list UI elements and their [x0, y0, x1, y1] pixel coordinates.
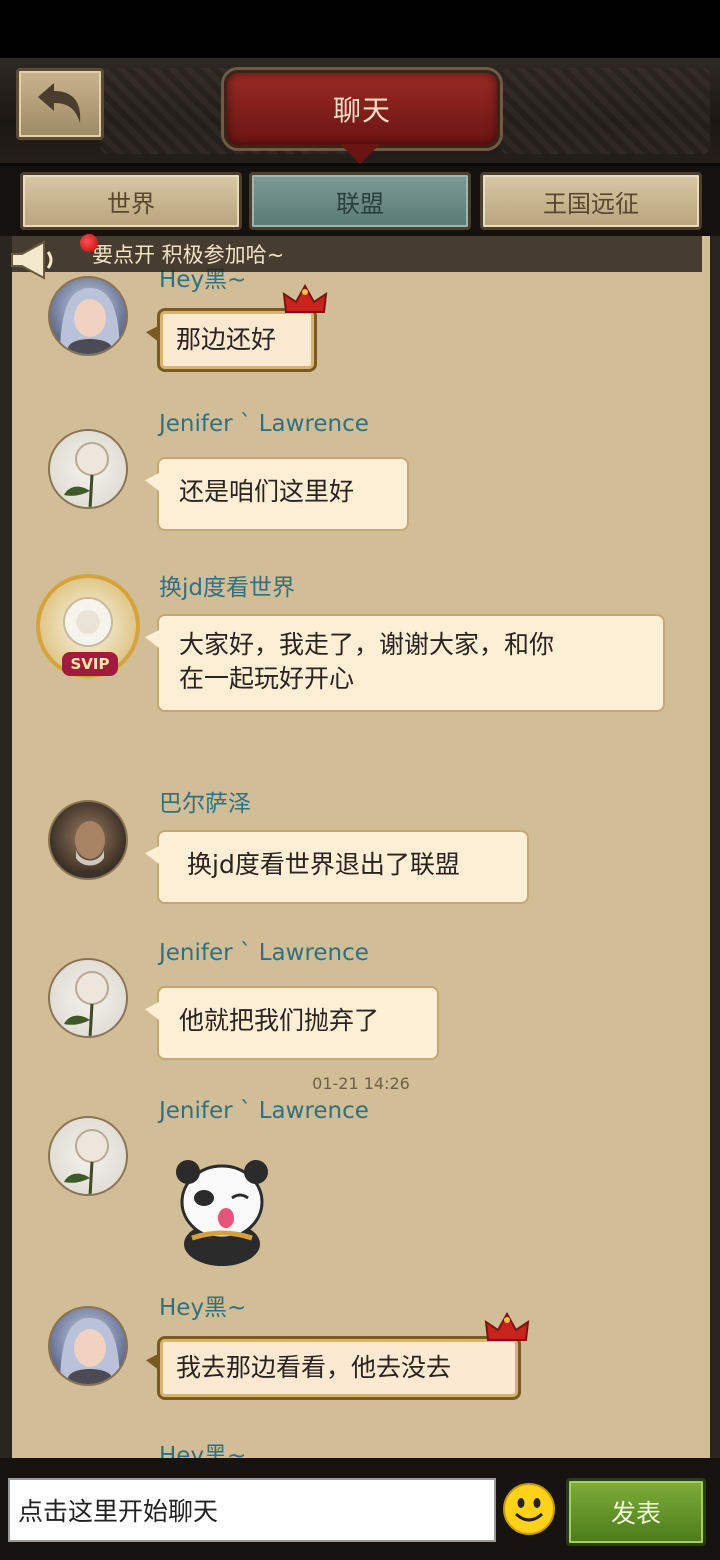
avatar[interactable]: [48, 429, 128, 509]
header: 聊天: [0, 58, 720, 166]
avatar[interactable]: [48, 1306, 128, 1386]
message-text: 那边还好: [176, 325, 277, 354]
title-plate: 聊天: [224, 70, 500, 148]
announcement-text: 要点开 积极参加哈~: [92, 243, 285, 267]
crown-icon: [484, 1312, 530, 1341]
avatar[interactable]: [48, 800, 128, 880]
girl-avatar-icon: [60, 1318, 120, 1384]
message-bubble[interactable]: 我去那边看看，他去没去: [157, 1336, 521, 1400]
tab-label: 王国远征: [543, 189, 639, 218]
title-plate-tip: [340, 144, 380, 164]
sender-name[interactable]: Hey黑~: [159, 1288, 246, 1322]
chat-input-placeholder: 点击这里开始聊天: [18, 1497, 219, 1526]
message-text: 还是咱们这里好: [179, 477, 355, 506]
status-bar: [0, 0, 720, 58]
back-button[interactable]: [16, 68, 104, 140]
sender-name[interactable]: Jenifer ` Lawrence: [159, 411, 369, 437]
girl-avatar-icon: [60, 288, 120, 354]
message-bubble[interactable]: 还是咱们这里好: [157, 457, 409, 531]
header-ornament: [500, 68, 710, 154]
send-button-label: 发表: [610, 1499, 661, 1528]
message-text: 换jd度看世界退出了联盟: [187, 850, 460, 879]
tab-kingdom-expedition[interactable]: 王国远征: [480, 172, 702, 230]
chat-input[interactable]: 点击这里开始聊天: [8, 1478, 496, 1542]
rose-avatar-icon: [64, 971, 109, 1036]
back-arrow-icon: [38, 83, 81, 123]
megaphone-icon[interactable]: [8, 238, 58, 282]
tab-label: 联盟: [336, 189, 384, 218]
message-text: 他就把我们抛弃了: [179, 1006, 380, 1035]
message-bubble[interactable]: 他就把我们抛弃了: [157, 986, 439, 1060]
message-timestamp: 01-21 14:26: [312, 1074, 410, 1093]
svip-badge: SVIP: [62, 652, 118, 676]
chat-message-list[interactable]: Hey黑~ 那边还好 Jenifer ` Lawrence 还是咱们这里好 换j…: [12, 236, 710, 1458]
emoji-icon[interactable]: [502, 1482, 556, 1536]
avatar[interactable]: [48, 276, 128, 356]
page-title: 聊天: [332, 94, 391, 127]
tab-world[interactable]: 世界: [20, 172, 242, 230]
warrior-avatar-icon: [66, 821, 114, 878]
tab-label: 世界: [107, 189, 155, 218]
sender-name[interactable]: Jenifer ` Lawrence: [159, 940, 369, 966]
avatar[interactable]: [48, 958, 128, 1038]
sender-name[interactable]: 巴尔萨泽: [159, 784, 251, 818]
crown-icon: [282, 284, 328, 313]
message-bubble[interactable]: 换jd度看世界退出了联盟: [157, 830, 529, 904]
tab-alliance[interactable]: 联盟: [249, 172, 471, 230]
message-text: 我去那边看看，他去没去: [176, 1353, 452, 1382]
message-text-line: 在一起玩好开心: [179, 664, 355, 693]
sender-name[interactable]: Hey黑~: [159, 1436, 246, 1458]
announcement-banner[interactable]: 要点开 积极参加哈~: [12, 236, 702, 272]
message-text-line: 大家好，我走了，谢谢大家，和你: [179, 630, 555, 659]
sender-name[interactable]: 换jd度看世界: [159, 568, 295, 602]
send-button[interactable]: 发表: [566, 1478, 706, 1546]
tab-bar: 世界 联盟 王国远征: [0, 166, 720, 236]
avatar[interactable]: [48, 1116, 128, 1196]
panda-sticker-icon[interactable]: [170, 1158, 274, 1266]
chat-input-bar: 点击这里开始聊天 发表: [0, 1458, 720, 1560]
notification-dot: [80, 234, 98, 252]
rose-avatar-icon: [64, 442, 109, 507]
message-bubble[interactable]: 大家好，我走了，谢谢大家，和你 在一起玩好开心: [157, 614, 665, 712]
rose-avatar-icon: [64, 1129, 109, 1194]
sender-name[interactable]: Jenifer ` Lawrence: [159, 1098, 369, 1124]
